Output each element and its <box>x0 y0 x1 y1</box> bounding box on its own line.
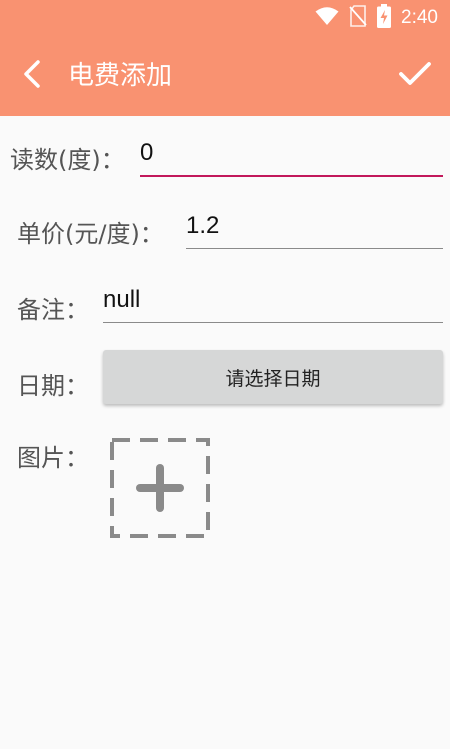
add-photo-button[interactable] <box>110 438 210 538</box>
reading-label: 读数(度)： <box>10 146 125 174</box>
add-photo-icon <box>110 438 210 542</box>
battery-charging-icon <box>377 4 392 32</box>
date-label: 日期： <box>17 372 89 400</box>
status-time: 2:40 <box>401 7 438 28</box>
select-date-button[interactable]: 请选择日期 <box>103 350 443 404</box>
check-icon <box>398 61 432 91</box>
note-input[interactable] <box>103 278 443 323</box>
status-bar: 2:40 <box>0 0 450 36</box>
back-arrow-icon <box>21 59 43 93</box>
no-sim-icon <box>349 5 367 31</box>
status-icons: 2:40 <box>315 0 438 36</box>
unit-price-input[interactable] <box>186 204 443 249</box>
wifi-icon <box>315 6 339 30</box>
unit-price-label: 单价(元/度)： <box>17 220 164 248</box>
page-title: 电费添加 <box>68 61 173 91</box>
confirm-button[interactable] <box>394 56 436 96</box>
back-button[interactable] <box>12 56 52 96</box>
image-label: 图片： <box>17 444 89 472</box>
app-bar: 电费添加 <box>0 36 450 116</box>
form-content: 读数(度)： 单价(元/度)： 备注： 日期： 请选择日期 图片： <box>0 116 450 749</box>
reading-input[interactable] <box>140 131 443 177</box>
note-label: 备注： <box>17 296 89 324</box>
